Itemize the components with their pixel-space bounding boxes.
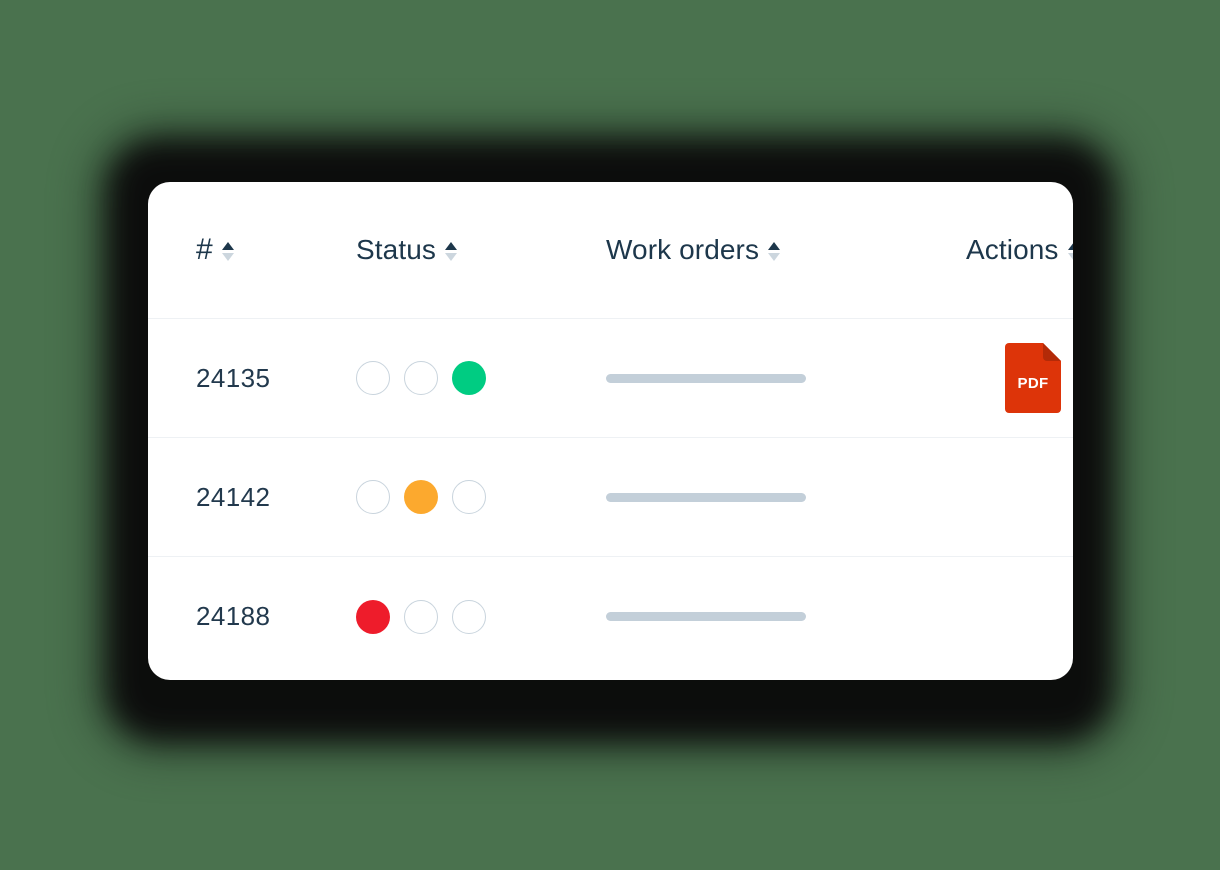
status-dot-3[interactable] — [452, 599, 486, 634]
cell-work-orders — [606, 612, 966, 621]
pdf-icon-label: PDF — [1017, 375, 1048, 392]
status-dot-group — [356, 480, 486, 514]
sort-descending-icon — [1067, 252, 1073, 261]
cell-id: 24135 — [196, 363, 356, 394]
cell-actions: PDF — [966, 343, 1073, 413]
column-header-status[interactable]: Status — [356, 234, 606, 266]
row-id-value: 24142 — [196, 481, 271, 512]
sort-ascending-icon — [1067, 241, 1073, 250]
work-orders-placeholder-bar — [606, 612, 806, 621]
status-dot-2[interactable] — [404, 599, 438, 634]
cell-work-orders — [606, 492, 966, 502]
column-header-id[interactable]: # — [196, 233, 356, 267]
work-orders-table: # Status Work orders Actions 24135 PDF 2… — [148, 182, 1073, 676]
column-header-work-orders-label: Work orders — [606, 234, 760, 265]
cell-status — [356, 480, 606, 514]
column-header-actions-label: Actions — [966, 234, 1059, 265]
status-dot-1[interactable] — [356, 361, 390, 395]
status-dot-1[interactable] — [356, 599, 390, 634]
cell-status — [356, 599, 606, 634]
column-header-work-orders[interactable]: Work orders — [606, 234, 966, 266]
table-row[interactable]: 24135 PDF — [148, 319, 1073, 438]
cell-status — [356, 361, 606, 395]
sort-descending-icon — [444, 252, 457, 261]
status-dot-3[interactable] — [452, 361, 486, 395]
sort-descending-icon — [768, 252, 781, 261]
column-header-id-label: # — [196, 233, 213, 266]
column-header-actions[interactable]: Actions — [966, 234, 1073, 266]
pdf-file-icon[interactable]: PDF — [1004, 343, 1061, 413]
row-id-value: 24188 — [196, 601, 271, 631]
sort-arrows-icon[interactable] — [444, 241, 457, 261]
sort-arrows-icon[interactable] — [221, 241, 234, 261]
status-dot-3[interactable] — [452, 480, 486, 514]
sort-arrows-icon[interactable] — [1067, 241, 1073, 261]
status-dot-1[interactable] — [356, 480, 390, 514]
sort-arrows-icon[interactable] — [768, 241, 781, 261]
sort-ascending-icon — [768, 241, 781, 250]
page-stage: # Status Work orders Actions 24135 PDF 2… — [0, 0, 1220, 870]
work-orders-placeholder-bar — [606, 492, 806, 502]
column-header-status-label: Status — [356, 234, 436, 265]
cell-id: 24142 — [196, 482, 356, 513]
table-row[interactable]: 24188 — [148, 557, 1073, 676]
table-header-row: # Status Work orders Actions — [148, 182, 1073, 319]
status-dot-group — [356, 599, 486, 634]
sort-ascending-icon — [221, 241, 234, 250]
status-dot-2[interactable] — [404, 361, 438, 395]
table-row[interactable]: 24142 — [148, 438, 1073, 557]
work-orders-table-card: # Status Work orders Actions 24135 PDF 2… — [148, 182, 1073, 680]
row-id-value: 24135 — [196, 362, 271, 393]
status-dot-group — [356, 361, 486, 395]
status-dot-2[interactable] — [404, 480, 438, 514]
cell-work-orders — [606, 373, 966, 383]
work-orders-placeholder-bar — [606, 373, 806, 383]
sort-ascending-icon — [444, 241, 457, 250]
cell-id: 24188 — [196, 601, 356, 632]
sort-descending-icon — [221, 252, 234, 261]
